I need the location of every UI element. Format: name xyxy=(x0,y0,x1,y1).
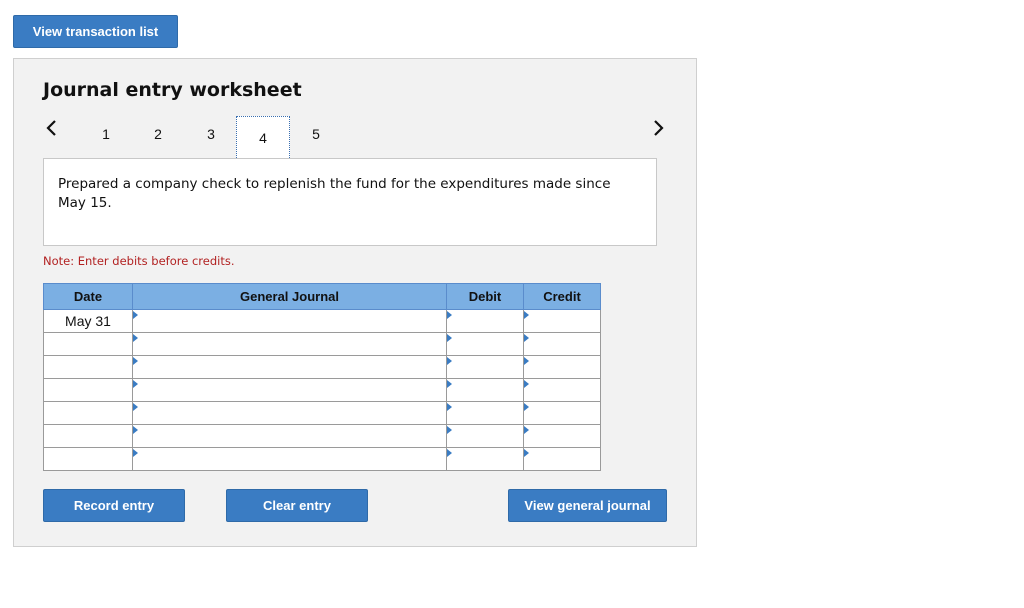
dropdown-marker-icon xyxy=(133,380,138,388)
debit-input[interactable] xyxy=(446,309,524,333)
date-cell[interactable] xyxy=(43,355,133,379)
chevron-right-icon[interactable] xyxy=(649,119,667,137)
general-journal-header: General Journal xyxy=(132,283,447,310)
entry-note: Note: Enter debits before credits. xyxy=(43,254,235,268)
table-row xyxy=(43,332,601,356)
date-cell[interactable] xyxy=(43,378,133,402)
step-1[interactable]: 1 xyxy=(96,126,116,142)
table-row xyxy=(43,355,601,379)
dropdown-marker-icon xyxy=(133,357,138,365)
debit-input[interactable] xyxy=(446,401,524,425)
date-header: Date xyxy=(43,283,133,310)
dropdown-marker-icon xyxy=(133,426,138,434)
journal-header-row: Date General Journal Debit Credit xyxy=(43,283,601,310)
step-2[interactable]: 2 xyxy=(148,126,168,142)
table-row: May 31 xyxy=(43,309,601,333)
debit-input[interactable] xyxy=(446,332,524,356)
debit-header: Debit xyxy=(446,283,524,310)
credit-input[interactable] xyxy=(523,355,601,379)
dropdown-marker-icon xyxy=(447,449,452,457)
debit-input[interactable] xyxy=(446,378,524,402)
date-cell[interactable] xyxy=(43,332,133,356)
table-row xyxy=(43,424,601,448)
clear-entry-button[interactable]: Clear entry xyxy=(226,489,368,522)
debit-input[interactable] xyxy=(446,424,524,448)
dropdown-marker-icon xyxy=(133,449,138,457)
table-row xyxy=(43,401,601,425)
dropdown-marker-icon xyxy=(524,449,529,457)
dropdown-marker-icon xyxy=(447,380,452,388)
account-input[interactable] xyxy=(132,378,447,402)
dropdown-marker-icon xyxy=(133,334,138,342)
account-input[interactable] xyxy=(132,355,447,379)
dropdown-marker-icon xyxy=(133,311,138,319)
account-input[interactable] xyxy=(132,401,447,425)
step-5[interactable]: 5 xyxy=(306,126,326,142)
credit-input[interactable] xyxy=(523,424,601,448)
dropdown-marker-icon xyxy=(524,403,529,411)
account-input[interactable] xyxy=(132,447,447,471)
credit-header: Credit xyxy=(523,283,601,310)
view-general-journal-button[interactable]: View general journal xyxy=(508,489,667,522)
account-input[interactable] xyxy=(132,309,447,333)
credit-input[interactable] xyxy=(523,401,601,425)
dropdown-marker-icon xyxy=(524,334,529,342)
dropdown-marker-icon xyxy=(524,311,529,319)
table-row xyxy=(43,447,601,471)
debit-input[interactable] xyxy=(446,447,524,471)
date-cell[interactable] xyxy=(43,401,133,425)
dropdown-marker-icon xyxy=(524,380,529,388)
transaction-description: Prepared a company check to replenish th… xyxy=(43,158,657,246)
dropdown-marker-icon xyxy=(447,311,452,319)
dropdown-marker-icon xyxy=(133,403,138,411)
dropdown-marker-icon xyxy=(447,334,452,342)
date-cell[interactable]: May 31 xyxy=(43,309,133,333)
table-row xyxy=(43,378,601,402)
chevron-left-icon[interactable] xyxy=(43,119,61,137)
date-cell[interactable] xyxy=(43,447,133,471)
step-4-active[interactable]: 4 xyxy=(236,116,290,160)
dropdown-marker-icon xyxy=(447,357,452,365)
step-3[interactable]: 3 xyxy=(201,126,221,142)
credit-input[interactable] xyxy=(523,447,601,471)
credit-input[interactable] xyxy=(523,332,601,356)
view-transaction-list-button[interactable]: View transaction list xyxy=(13,15,178,48)
credit-input[interactable] xyxy=(523,378,601,402)
journal-worksheet-panel: Journal entry worksheet 1 2 3 4 5 Prepar… xyxy=(13,58,697,547)
dropdown-marker-icon xyxy=(447,403,452,411)
credit-input[interactable] xyxy=(523,309,601,333)
dropdown-marker-icon xyxy=(524,357,529,365)
account-input[interactable] xyxy=(132,332,447,356)
account-input[interactable] xyxy=(132,424,447,448)
dropdown-marker-icon xyxy=(524,426,529,434)
worksheet-title: Journal entry worksheet xyxy=(43,79,302,101)
debit-input[interactable] xyxy=(446,355,524,379)
date-cell[interactable] xyxy=(43,424,133,448)
journal-table: Date General Journal Debit Credit May 31 xyxy=(43,283,601,471)
dropdown-marker-icon xyxy=(447,426,452,434)
record-entry-button[interactable]: Record entry xyxy=(43,489,185,522)
